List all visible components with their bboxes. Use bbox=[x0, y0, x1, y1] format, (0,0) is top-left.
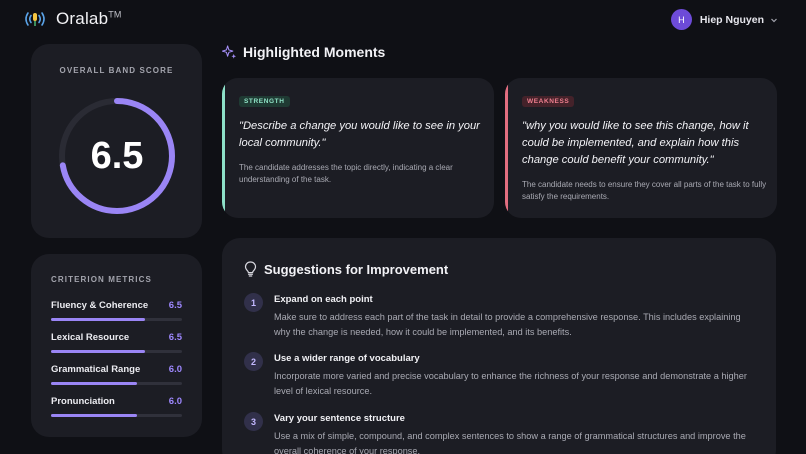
weakness-quote: "why you would like to see this change, … bbox=[522, 120, 749, 166]
overall-score-value: 6.5 bbox=[90, 134, 144, 177]
user-name: Hiep Nguyen bbox=[699, 13, 764, 26]
metric-track bbox=[51, 414, 182, 417]
broadcast-mic-icon bbox=[25, 12, 45, 26]
metrics-title: CRITERION METRICS bbox=[51, 275, 152, 284]
metric-lexical: Lexical Resource 6.5 bbox=[51, 332, 182, 358]
metric-fill bbox=[51, 382, 138, 385]
metric-value: 6.5 bbox=[168, 332, 182, 343]
metric-pronunciation: Pronunciation 6.0 bbox=[51, 396, 182, 422]
suggestion-text: Make sure to address each part of the ta… bbox=[274, 312, 741, 337]
metric-label: Pronunciation bbox=[51, 396, 115, 407]
metric-value: 6.0 bbox=[168, 364, 182, 375]
top-bar: OralabTM H Hiep Nguyen bbox=[0, 0, 806, 40]
metric-label: Fluency & Coherence bbox=[51, 300, 149, 311]
criterion-metrics-card: CRITERION METRICS Fluency & Coherence 6.… bbox=[31, 254, 202, 437]
metric-track bbox=[51, 382, 182, 385]
weakness-badge: WEAKNESS bbox=[522, 96, 575, 107]
section-title: Suggestions for Improvement bbox=[264, 261, 449, 277]
metric-track bbox=[51, 350, 182, 353]
metric-track bbox=[51, 318, 182, 321]
strength-quote: "Describe a change you would like to see… bbox=[239, 120, 480, 149]
weakness-accent-bar bbox=[505, 78, 508, 218]
chevron-down-icon bbox=[771, 18, 777, 22]
suggestion-title: Expand on each point bbox=[274, 294, 373, 305]
section-title: Highlighted Moments bbox=[243, 44, 386, 60]
strength-note: The candidate addresses the topic direct… bbox=[239, 163, 453, 184]
metric-value: 6.0 bbox=[168, 396, 182, 407]
trademark: TM bbox=[108, 9, 122, 20]
suggestion-number: 1 bbox=[244, 293, 263, 312]
app-name: OralabTM bbox=[56, 9, 122, 28]
metric-fill bbox=[51, 350, 146, 353]
strength-accent-bar bbox=[222, 78, 225, 218]
suggestion-text: Incorporate more varied and precise voca… bbox=[274, 371, 747, 396]
overall-score-card: OVERALL BAND SCORE 6.5 bbox=[31, 44, 202, 238]
metric-grammar: Grammatical Range 6.0 bbox=[51, 364, 182, 390]
suggestion-title: Vary your sentence structure bbox=[274, 413, 405, 424]
lightbulb-icon bbox=[244, 261, 257, 277]
suggestion-title: Use a wider range of vocabulary bbox=[274, 353, 420, 364]
score-title: OVERALL BAND SCORE bbox=[59, 66, 174, 75]
metric-fill bbox=[51, 414, 138, 417]
metric-fluency: Fluency & Coherence 6.5 bbox=[51, 300, 182, 326]
highlighted-moments-header: Highlighted Moments bbox=[222, 44, 385, 60]
weakness-card: WEAKNESS "why you would like to see this… bbox=[505, 78, 777, 218]
strength-badge: STRENGTH bbox=[239, 96, 290, 107]
weakness-note: The candidate needs to ensure they cover… bbox=[522, 180, 767, 201]
strength-card: STRENGTH "Describe a change you would li… bbox=[222, 78, 494, 218]
suggestions-header: Suggestions for Improvement bbox=[244, 261, 448, 277]
avatar: H bbox=[670, 9, 692, 30]
metric-fill bbox=[51, 318, 146, 321]
suggestion-number: 3 bbox=[244, 412, 263, 431]
suggestion-text: Use a mix of simple, compound, and compl… bbox=[274, 431, 746, 454]
app-logo[interactable]: OralabTM bbox=[22, 9, 122, 29]
metric-label: Grammatical Range bbox=[51, 364, 141, 375]
sparkle-icon bbox=[222, 44, 237, 59]
suggestion-number: 2 bbox=[244, 352, 263, 371]
metric-label: Lexical Resource bbox=[51, 332, 130, 343]
user-menu[interactable]: H Hiep Nguyen bbox=[670, 9, 778, 30]
metric-value: 6.5 bbox=[168, 300, 182, 311]
